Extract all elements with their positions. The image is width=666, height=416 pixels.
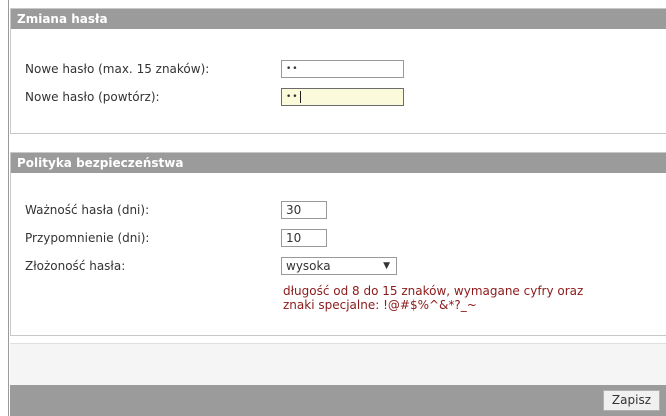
new-password-label: Nowe hasło (max. 15 znaków): [25, 62, 210, 76]
new-password-input[interactable]: •• [281, 60, 404, 78]
complexity-label: Złożoność hasła: [25, 259, 126, 273]
new-password-mask: •• [286, 64, 299, 74]
password-validity-label: Ważność hasła (dni): [25, 203, 150, 217]
complexity-hint: długość od 8 do 15 znaków, wymagane cyfr… [283, 284, 584, 312]
reminder-input[interactable]: 10 [281, 229, 327, 247]
policy-panel-title: Polityka bezpieczeństwa [11, 153, 666, 173]
reminder-label: Przypomnienie (dni): [25, 231, 150, 245]
new-password-field-wrap: •• [281, 60, 404, 78]
dropdown-arrow-icon: ▼ [383, 261, 390, 271]
security-policy-panel: Polityka bezpieczeństwa Ważność hasła (d… [10, 152, 666, 336]
repeat-password-field-wrap: •• [281, 88, 404, 106]
repeat-password-input[interactable]: •• [281, 88, 404, 106]
password-validity-input[interactable]: 30 [281, 201, 327, 219]
left-border [0, 0, 9, 416]
bottom-action-bar: Zapisz [10, 385, 666, 416]
complexity-select[interactable]: wysoka ▼ [281, 257, 397, 275]
save-button[interactable]: Zapisz [602, 390, 660, 411]
reminder-wrap: 10 [281, 229, 327, 247]
password-validity-wrap: 30 [281, 201, 327, 219]
text-caret [299, 90, 301, 103]
complexity-selected-value: wysoka [286, 259, 331, 273]
password-change-panel: Zmiana hasła Nowe hasło (max. 15 znaków)… [10, 8, 666, 134]
repeat-password-label: Nowe hasło (powtórz): [25, 90, 160, 104]
repeat-password-mask: •• [286, 92, 299, 102]
password-panel-title: Zmiana hasła [11, 9, 666, 29]
footer-spacer [10, 343, 666, 386]
complexity-wrap: wysoka ▼ [281, 257, 397, 275]
